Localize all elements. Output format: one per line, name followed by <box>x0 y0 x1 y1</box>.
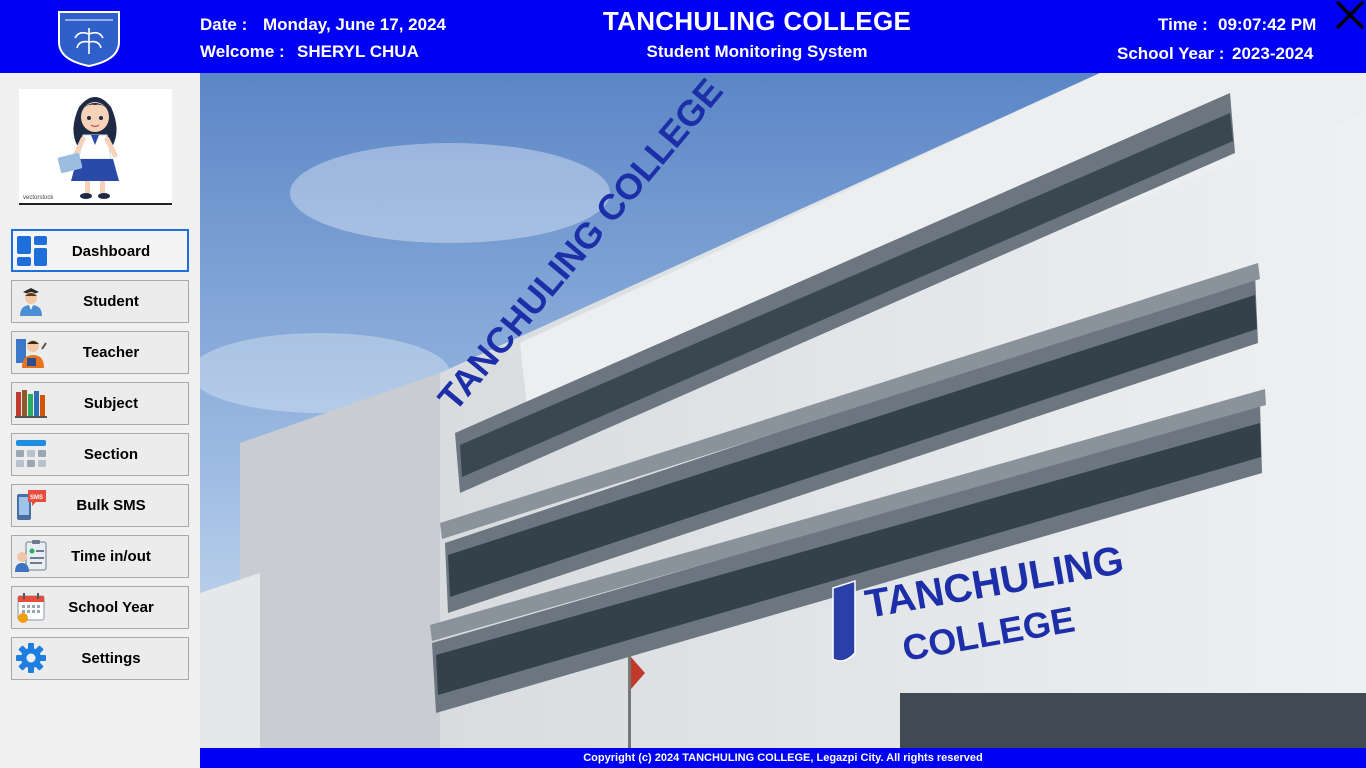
campus-building-illustration: TANCHULING COLLEGE TANCHULING COLLEGE <box>200 73 1366 748</box>
student-icon <box>20 288 42 316</box>
nav-student-button[interactable]: Student <box>11 280 189 323</box>
nav-teacher-button[interactable]: Teacher <box>11 331 189 374</box>
campus-banner-image: TANCHULING COLLEGE TANCHULING COLLEGE <box>200 73 1366 748</box>
nav-teacher-label: Teacher <box>82 344 140 361</box>
books-icon <box>15 390 47 418</box>
nav-settings-button[interactable]: Settings <box>11 637 189 680</box>
nav-time-in-out-button[interactable]: Time in/out <box>11 535 189 578</box>
nav-section-label: Section <box>83 446 139 463</box>
date-value: Monday, June 17, 2024 <box>263 15 446 34</box>
section-icon <box>16 440 46 467</box>
nav-bulk-sms-button[interactable]: SMS Bulk SMS <box>11 484 189 527</box>
nav-dashboard-label: Dashboard <box>71 243 151 260</box>
welcome-user: SHERYL CHUA <box>297 42 419 61</box>
welcome-label: Welcome : <box>200 42 285 61</box>
time-value: 09:07:42 PM <box>1218 15 1317 34</box>
avatar: vectorstock <box>19 89 172 205</box>
close-icon[interactable] <box>1333 0 1366 32</box>
calendar-icon <box>17 593 45 623</box>
teacher-icon <box>16 339 47 368</box>
header-bar: Date : Monday, June 17, 2024 Welcome : S… <box>0 0 1366 73</box>
nav-subject-label: Subject <box>83 395 139 412</box>
gear-icon <box>16 643 46 673</box>
nav-bulk-sms-label: Bulk SMS <box>76 497 146 514</box>
nav-settings-label: Settings <box>81 650 141 667</box>
page-title: TANCHULING COLLEGE <box>602 6 912 36</box>
nav-section-button[interactable]: Section <box>11 433 189 476</box>
page-subtitle: Student Monitoring System <box>646 42 868 61</box>
dashboard-icon <box>17 236 47 266</box>
avatar-watermark: vectorstock <box>23 195 54 201</box>
nav-school-year-button[interactable]: School Year <box>11 586 189 629</box>
clipboard-icon <box>15 540 47 572</box>
time-label: Time : <box>1158 15 1208 34</box>
svg-text:SMS: SMS <box>30 495 43 501</box>
school-year-label: School Year : <box>1117 44 1225 63</box>
footer-copyright: Copyright (c) 2024 TANCHULING COLLEGE, L… <box>200 748 1366 768</box>
sidebar: vectorstock Dashboard Student Teacher Su… <box>0 73 200 768</box>
nav-subject-button[interactable]: Subject <box>11 382 189 425</box>
nav-dashboard-button[interactable]: Dashboard <box>11 229 189 272</box>
nav-student-label: Student <box>83 293 139 310</box>
school-year-value: 2023-2024 <box>1232 44 1314 63</box>
nav-time-in-out-label: Time in/out <box>71 548 151 565</box>
student-avatar-illustration <box>57 97 119 199</box>
date-label: Date : <box>200 15 248 34</box>
nav-school-year-label: School Year <box>68 599 154 616</box>
sms-icon: SMS <box>17 490 46 520</box>
college-logo-icon <box>58 11 120 68</box>
